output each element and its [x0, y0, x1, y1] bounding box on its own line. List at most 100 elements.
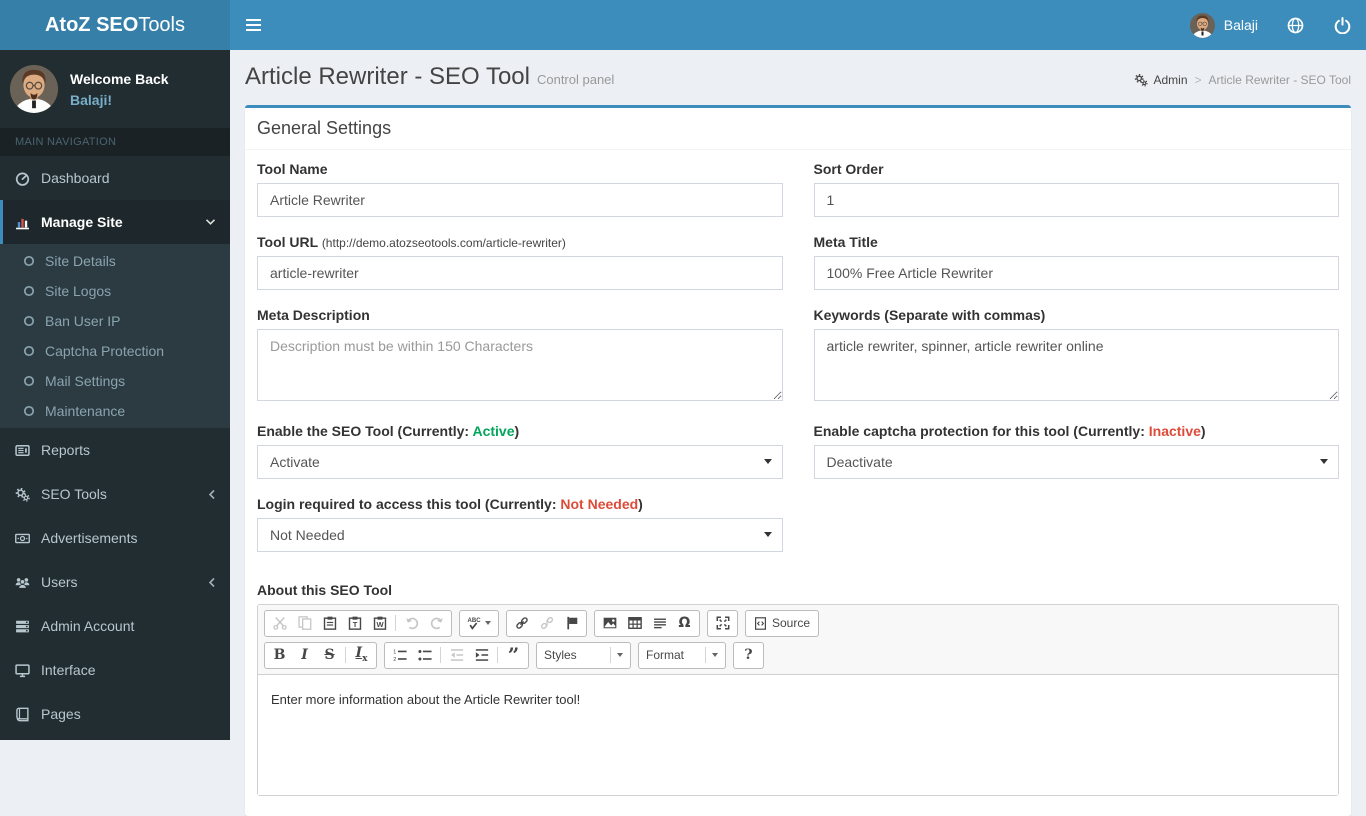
bar-chart-icon	[15, 215, 41, 230]
login-required-label: Login required to access this tool (Curr…	[257, 496, 783, 512]
sidebar-item-pages[interactable]: Pages	[0, 692, 230, 736]
logout-button[interactable]	[1319, 0, 1366, 50]
bullet-list-button[interactable]	[412, 644, 437, 667]
enable-tool-select[interactable]: Activate	[257, 445, 783, 479]
tool-name-input[interactable]	[257, 183, 783, 217]
breadcrumb-admin-link[interactable]: Admin	[1134, 73, 1187, 87]
chevron-left-icon	[208, 489, 216, 500]
login-required-select[interactable]: Not Needed	[257, 518, 783, 552]
enable-tool-label-prefix: Enable the SEO Tool (Currently:	[257, 423, 472, 439]
special-character-button[interactable]: Ω	[672, 612, 697, 635]
paste-from-word-button[interactable]: W	[367, 612, 392, 635]
gears-icon	[15, 487, 41, 502]
styles-dropdown[interactable]: Styles	[536, 642, 631, 669]
globe-icon	[1287, 17, 1304, 34]
sidebar-toggle-button[interactable]	[230, 0, 276, 50]
redo-button[interactable]	[424, 612, 449, 635]
enable-tool-label-suffix: )	[515, 423, 520, 439]
meta-description-label: Meta Description	[257, 307, 783, 323]
sidebar-item-advertisements[interactable]: Advertisements	[0, 516, 230, 560]
sidebar-item-label: Admin Account	[41, 618, 134, 634]
sidebar-item-label: Reports	[41, 442, 90, 458]
meta-title-input[interactable]	[814, 256, 1340, 290]
enable-tool-selected-value: Activate	[270, 454, 320, 470]
unlink-button[interactable]	[534, 612, 559, 635]
link-button[interactable]	[509, 612, 534, 635]
app-logo[interactable]: AtoZ SEOTools	[0, 0, 230, 50]
sidebar-item-reports[interactable]: Reports	[0, 428, 230, 472]
sidebar-item-users[interactable]: Users	[0, 560, 230, 604]
captcha-select[interactable]: Deactivate	[814, 445, 1340, 479]
paste-plain-text-button[interactable]: T	[342, 612, 367, 635]
sidebar-subitem-site-details[interactable]: Site Details	[0, 246, 230, 276]
meta-description-textarea[interactable]	[257, 329, 783, 401]
about-editor-button[interactable]: ?	[736, 644, 761, 667]
chevron-down-icon	[205, 218, 216, 226]
blockquote-glyph: ”	[508, 650, 520, 660]
cut-button[interactable]	[267, 612, 292, 635]
svg-text:ABC: ABC	[468, 618, 482, 624]
remove-format-button[interactable]: Ix	[349, 644, 374, 667]
breadcrumb-root-label: Admin	[1153, 73, 1187, 87]
sidebar-item-label: Dashboard	[41, 170, 110, 186]
page-subtitle: Control panel	[537, 72, 614, 87]
svg-text:2: 2	[393, 657, 396, 662]
sidebar-subitem-maintenance[interactable]: Maintenance	[0, 396, 230, 426]
sidebar-item-label: Advertisements	[41, 530, 137, 546]
format-dropdown[interactable]: Format	[638, 642, 726, 669]
enable-tool-label: Enable the SEO Tool (Currently: Active)	[257, 423, 783, 439]
circle-icon	[23, 285, 35, 297]
horizontal-rule-button[interactable]	[647, 612, 672, 635]
maximize-button[interactable]	[710, 612, 735, 635]
italic-button[interactable]: I	[292, 644, 317, 667]
spell-check-button[interactable]: ABC	[462, 612, 496, 635]
strikethrough-button[interactable]: S	[317, 644, 342, 667]
sidebar-item-seo-tools[interactable]: SEO Tools	[0, 472, 230, 516]
sidebar-subitem-label: Captcha Protection	[45, 343, 164, 359]
tool-url-hint: (http://demo.atozseotools.com/article-re…	[322, 236, 566, 250]
chevron-left-icon	[208, 577, 216, 588]
increase-indent-button[interactable]	[469, 644, 494, 667]
general-settings-panel: General Settings Tool Name Sort Order To…	[245, 105, 1351, 816]
tool-url-input[interactable]	[257, 256, 783, 290]
sidebar-item-admin-account[interactable]: Admin Account	[0, 604, 230, 648]
main-content: Article Rewriter - SEO Tool Control panel…	[230, 0, 1366, 816]
sidebar-subitem-captcha-protection[interactable]: Captcha Protection	[0, 336, 230, 366]
dropdown-caret-icon	[712, 653, 718, 657]
numbered-list-button[interactable]: 12	[387, 644, 412, 667]
sidebar-subitem-site-logos[interactable]: Site Logos	[0, 276, 230, 306]
editor-content-area[interactable]: Enter more information about the Article…	[258, 675, 1338, 795]
sidebar-subitem-ban-user-ip[interactable]: Ban User IP	[0, 306, 230, 336]
paste-button[interactable]	[317, 612, 342, 635]
sidebar-item-label: Manage Site	[41, 214, 123, 230]
tool-name-group: Tool Name	[257, 161, 783, 217]
login-selected-value: Not Needed	[270, 527, 345, 543]
copy-button[interactable]	[292, 612, 317, 635]
undo-button[interactable]	[399, 612, 424, 635]
sidebar-subitem-mail-settings[interactable]: Mail Settings	[0, 366, 230, 396]
blockquote-button[interactable]: ”	[501, 644, 526, 667]
editor-toolbar: T W ABC	[258, 605, 1338, 675]
keywords-label: Keywords (Separate with commas)	[814, 307, 1340, 323]
rich-text-editor: T W ABC	[257, 604, 1339, 796]
dropdown-caret-icon	[617, 653, 623, 657]
book-icon	[15, 707, 41, 722]
keywords-textarea[interactable]: article rewriter, spinner, article rewri…	[814, 329, 1340, 401]
user-menu-button[interactable]: Balaji	[1176, 0, 1272, 50]
sort-order-input[interactable]	[814, 183, 1340, 217]
sidebar-subitem-label: Site Details	[45, 253, 116, 269]
bold-button[interactable]: B	[267, 644, 292, 667]
decrease-indent-button[interactable]	[444, 644, 469, 667]
source-button[interactable]: Source	[748, 612, 816, 635]
language-button[interactable]	[1272, 0, 1319, 50]
login-label-prefix: Login required to access this tool (Curr…	[257, 496, 560, 512]
insert-table-button[interactable]	[622, 612, 647, 635]
insert-image-button[interactable]	[597, 612, 622, 635]
sidebar-menu: MAIN NAVIGATION Dashboard Manage Site	[0, 128, 230, 736]
sidebar-item-interface[interactable]: Interface	[0, 648, 230, 692]
sidebar-item-manage-site[interactable]: Manage Site	[0, 200, 230, 244]
sidebar-item-dashboard[interactable]: Dashboard	[0, 156, 230, 200]
gears-icon	[1134, 73, 1148, 87]
page-title-text: Article Rewriter - SEO Tool	[245, 63, 530, 90]
anchor-button[interactable]	[559, 612, 584, 635]
